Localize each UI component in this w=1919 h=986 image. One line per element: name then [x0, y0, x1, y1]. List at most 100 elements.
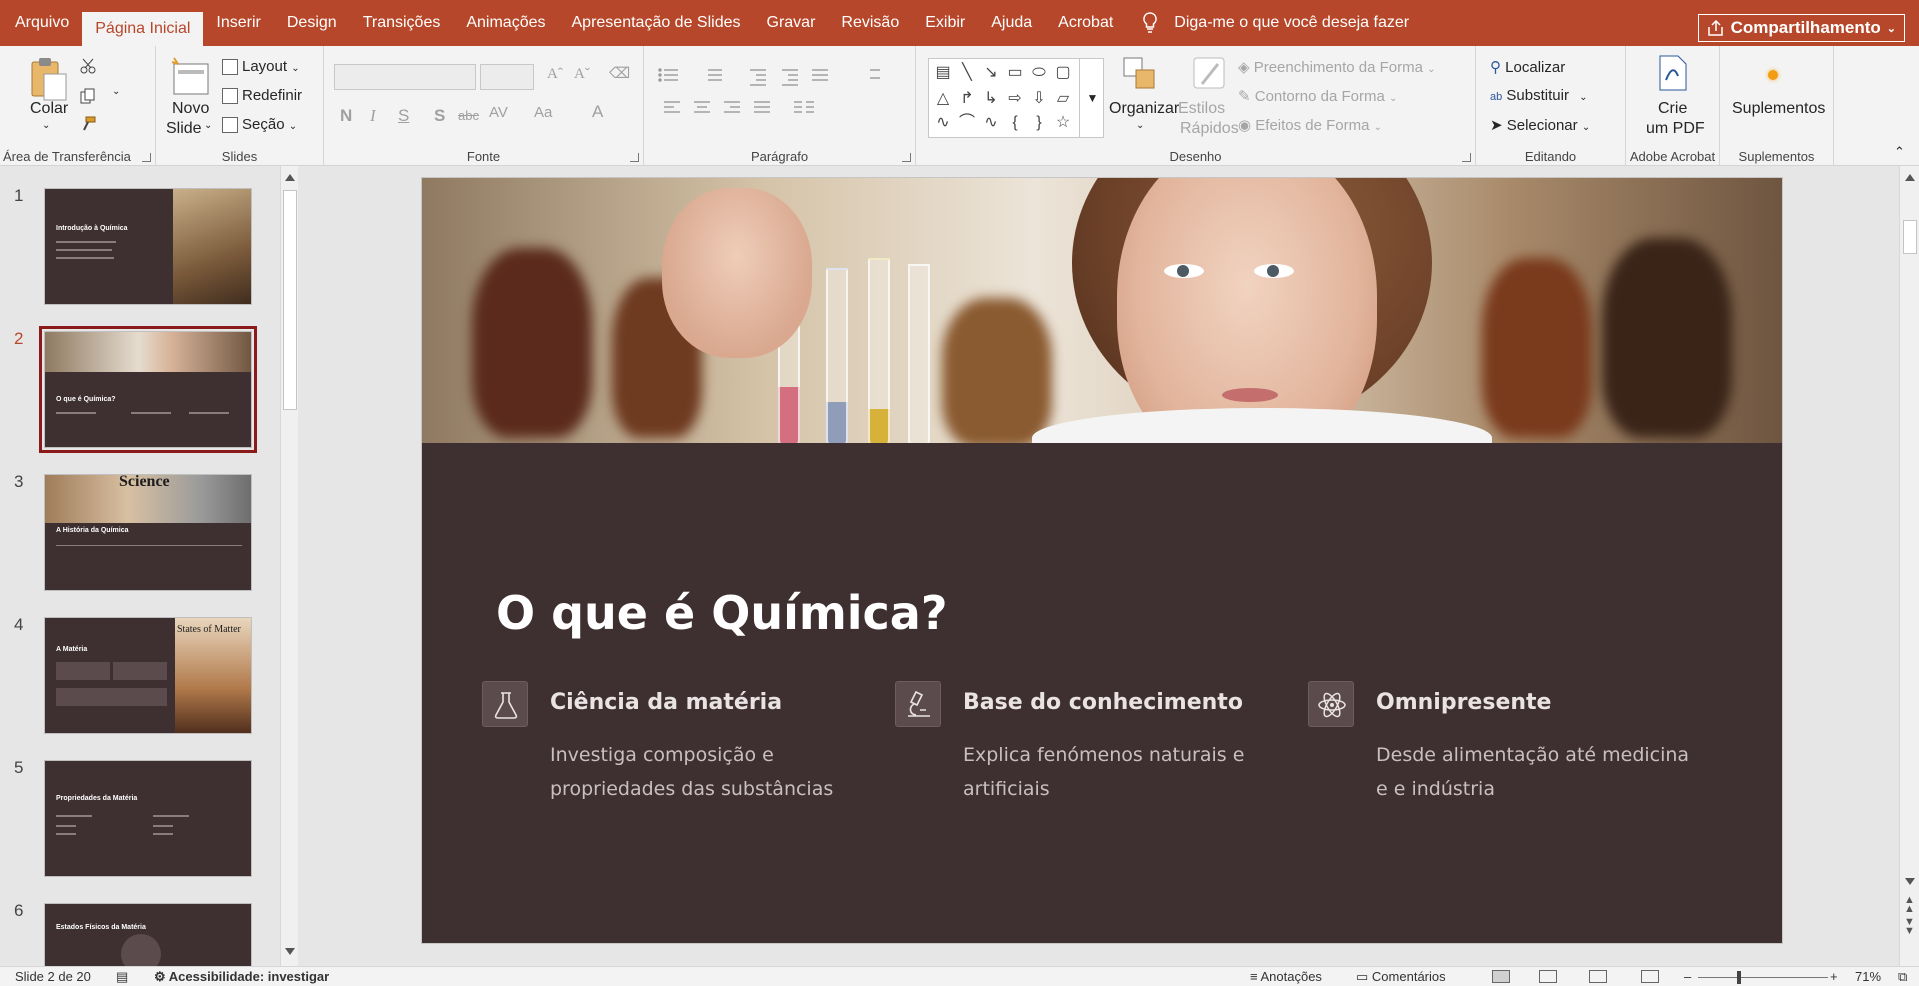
new-slide-label-1[interactable]: Novo — [172, 100, 209, 118]
italic-button[interactable]: I — [370, 106, 376, 126]
tell-me-search[interactable]: Diga-me o que você deseja fazer — [1142, 0, 1409, 46]
slide-title[interactable]: O que é Química? — [496, 586, 948, 640]
oval-shape-icon[interactable]: ⬭ — [1029, 63, 1049, 83]
shrink-font-icon[interactable]: Aˇ — [574, 66, 590, 83]
select-button[interactable]: ➤ Selecionar ⌄ — [1490, 116, 1590, 134]
strikethrough-button[interactable]: abc — [458, 108, 479, 123]
zoom-slider-track[interactable] — [1698, 977, 1828, 978]
shadow-button[interactable]: S — [434, 106, 445, 126]
shape-outline-button[interactable]: ✎ Contorno da Forma ⌄ — [1238, 87, 1397, 105]
arrange-button[interactable]: Organizar — [1109, 100, 1179, 118]
tab-ajuda[interactable]: Ajuda — [978, 0, 1045, 46]
spelling-icon[interactable]: ▤ — [116, 969, 128, 985]
thumbnail-slide-1[interactable]: Introdução à Química — [44, 188, 252, 305]
quick-styles-label-1[interactable]: Estilos — [1178, 100, 1225, 118]
scroll-down-arrow-icon[interactable] — [1905, 878, 1915, 885]
rectangle-shape-icon[interactable]: ▭ — [1005, 63, 1025, 83]
create-pdf-label-2[interactable]: um PDF — [1646, 120, 1705, 138]
tab-revisao[interactable]: Revisão — [828, 0, 912, 46]
font-launcher[interactable] — [630, 153, 639, 162]
create-pdf-label-1[interactable]: Crie — [1658, 100, 1687, 118]
tab-gravar[interactable]: Gravar — [754, 0, 829, 46]
zoom-level[interactable]: 71% — [1855, 969, 1881, 984]
comments-button[interactable]: ▭ Comentários — [1356, 969, 1446, 985]
copy-icon[interactable] — [80, 88, 96, 104]
tab-inserir[interactable]: Inserir — [203, 0, 273, 46]
paste-button[interactable]: Colar — [30, 100, 68, 118]
reading-view-icon[interactable] — [1589, 970, 1607, 983]
textbox-shape-icon[interactable]: ▤ — [933, 63, 953, 83]
slide-scroll-thumb[interactable] — [1903, 220, 1917, 254]
collapse-ribbon-icon[interactable]: ⌃ — [1894, 144, 1905, 160]
next-slide-icon[interactable]: ▼ ▼ — [1904, 917, 1915, 937]
format-painter-icon[interactable] — [80, 116, 96, 132]
thumbnail-slide-4[interactable]: A Matéria States of Matter — [44, 617, 252, 734]
arrange-chevron[interactable]: ⌄ — [1136, 120, 1144, 131]
scroll-up-arrow-icon[interactable] — [1905, 174, 1915, 181]
shapes-more-button[interactable]: ▼ — [1079, 59, 1105, 137]
thumbnail-slide-2[interactable]: O que é Química? — [39, 326, 257, 453]
zoom-in-icon[interactable]: + — [1830, 969, 1838, 984]
zoom-slider-thumb[interactable] — [1737, 971, 1741, 984]
elbow-arrow-icon[interactable]: ↳ — [981, 89, 1001, 109]
tab-exibir[interactable]: Exibir — [912, 0, 978, 46]
reset-button[interactable]: Redefinir — [222, 87, 302, 105]
quick-styles-label-2[interactable]: Rápidos — [1180, 120, 1239, 138]
tab-design[interactable]: Design — [274, 0, 350, 46]
tab-arquivo[interactable]: Arquivo — [2, 0, 82, 46]
layout-button[interactable]: Layout ⌄ — [222, 58, 300, 76]
addins-button[interactable]: Suplementos — [1732, 100, 1825, 118]
elbow-connector-icon[interactable]: ↱ — [957, 89, 977, 109]
curve-shape-icon[interactable]: ∿ — [981, 113, 1001, 133]
scroll-up-arrow-icon[interactable] — [285, 174, 295, 181]
scroll-down-arrow-icon[interactable] — [285, 948, 295, 955]
line-shape-icon[interactable]: ╲ — [957, 63, 977, 83]
right-brace-icon[interactable]: } — [1029, 113, 1049, 133]
clipboard-launcher[interactable] — [142, 153, 151, 162]
shape-fill-button[interactable]: ◈ Preenchimento da Forma ⌄ — [1238, 58, 1436, 76]
arc-shape-icon[interactable]: ⌒ — [957, 113, 977, 133]
font-name-input[interactable] — [334, 64, 476, 90]
clear-format-icon[interactable]: ⌫ — [609, 64, 630, 83]
slideshow-view-icon[interactable] — [1641, 970, 1659, 983]
fit-to-window-icon[interactable]: ⧉ — [1898, 969, 1907, 985]
accessibility-status[interactable]: ⚙ Acessibilidade: investigar — [154, 969, 329, 985]
change-case-icon[interactable]: Aa — [534, 104, 552, 121]
tab-acrobat[interactable]: Acrobat — [1045, 0, 1126, 46]
drawing-launcher[interactable] — [1462, 153, 1471, 162]
copy-dropdown-chevron[interactable]: ⌄ — [112, 86, 120, 97]
new-slide-chevron[interactable]: ⌄ — [204, 120, 212, 131]
triangle-shape-icon[interactable]: △ — [933, 89, 953, 109]
find-button[interactable]: ⚲ Localizar — [1490, 58, 1565, 76]
cut-icon[interactable] — [80, 58, 96, 74]
previous-slide-icon[interactable]: ▲ ▲ — [1904, 895, 1915, 915]
slide-canvas[interactable]: O que é Química? Ciência da matéria Inve… — [421, 177, 1783, 944]
shapes-gallery[interactable]: ▤ ╲ ↘ ▭ ⬭ ▢ △ ↱ ↳ ⇨ ⇩ ▱ ∿ ⌒ ∿ { } ☆ ▼ — [928, 58, 1104, 138]
paragraph-tools-icon[interactable] — [658, 66, 888, 146]
new-slide-label-2[interactable]: Slide — [166, 120, 202, 138]
thumbnail-scrollbar[interactable] — [280, 166, 298, 966]
section-button[interactable]: Seção ⌄ — [222, 116, 297, 134]
slide-scrollbar[interactable]: ▲ ▲ ▼ ▼ — [1899, 166, 1919, 966]
thumbnail-slide-3[interactable]: Science A História da Química — [44, 474, 252, 591]
tab-apresentacao[interactable]: Apresentação de Slides — [559, 0, 754, 46]
notes-button[interactable]: ≡ Anotações — [1250, 969, 1322, 984]
char-spacing-icon[interactable]: AV — [489, 104, 508, 121]
normal-view-icon[interactable] — [1492, 970, 1510, 983]
down-arrow-shape-icon[interactable]: ⇩ — [1029, 89, 1049, 109]
font-color-icon[interactable]: A — [592, 102, 603, 122]
underline-button[interactable]: S — [398, 106, 409, 126]
bold-button[interactable]: N — [340, 106, 352, 126]
share-button[interactable]: Compartilhamento ⌄ — [1697, 14, 1905, 42]
slide-sorter-view-icon[interactable] — [1539, 970, 1557, 983]
arrow-line-shape-icon[interactable]: ↘ — [981, 63, 1001, 83]
thumbnail-slide-6[interactable]: Estados Físicos da Matéria — [44, 903, 252, 966]
paragraph-launcher[interactable] — [902, 153, 911, 162]
font-size-input[interactable] — [480, 64, 534, 90]
scribble-shape-icon[interactable]: ∿ — [933, 113, 953, 133]
shape-effects-button[interactable]: ◉ Efeitos de Forma ⌄ — [1238, 116, 1382, 134]
right-arrow-shape-icon[interactable]: ⇨ — [1005, 89, 1025, 109]
grow-font-icon[interactable]: Aˆ — [547, 66, 563, 83]
rounded-rect-shape-icon[interactable]: ▢ — [1053, 63, 1073, 83]
replace-button[interactable]: ab Substituir ⌄ — [1490, 87, 1588, 104]
